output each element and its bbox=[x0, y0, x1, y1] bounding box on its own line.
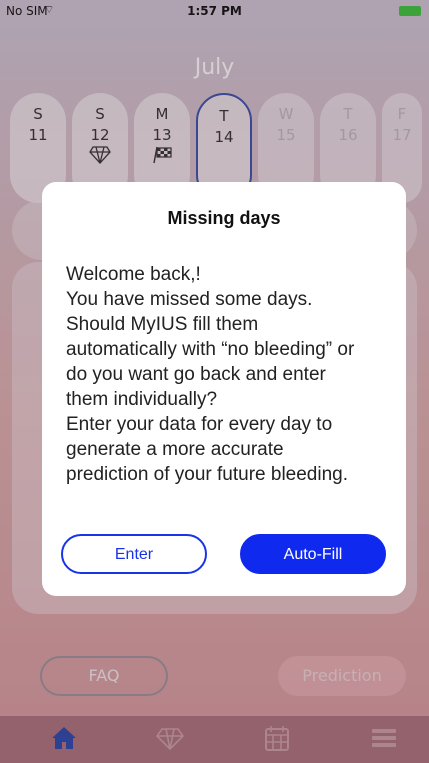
missing-days-dialog: Missing days Welcome back,! You have mis… bbox=[42, 182, 406, 596]
auto-fill-button[interactable]: Auto-Fill bbox=[240, 534, 386, 574]
message-line: generate a more accurate bbox=[66, 439, 284, 460]
message-line: do you want go back and enter bbox=[66, 364, 326, 385]
message-line: Should MyIUS fill them bbox=[66, 314, 259, 335]
message-line: automatically with “no bleeding” or bbox=[66, 339, 355, 360]
enter-button[interactable]: Enter bbox=[61, 534, 207, 574]
dialog-message: Welcome back,! You have missed some days… bbox=[66, 262, 390, 487]
dialog-title: Missing days bbox=[167, 208, 281, 228]
message-line: them individually? bbox=[66, 389, 218, 410]
message-line: Welcome back,! bbox=[66, 264, 201, 285]
message-line: Enter your data for every day to bbox=[66, 414, 333, 435]
message-line: prediction of your future bleeding. bbox=[66, 464, 349, 485]
message-line: You have missed some days. bbox=[66, 289, 313, 310]
